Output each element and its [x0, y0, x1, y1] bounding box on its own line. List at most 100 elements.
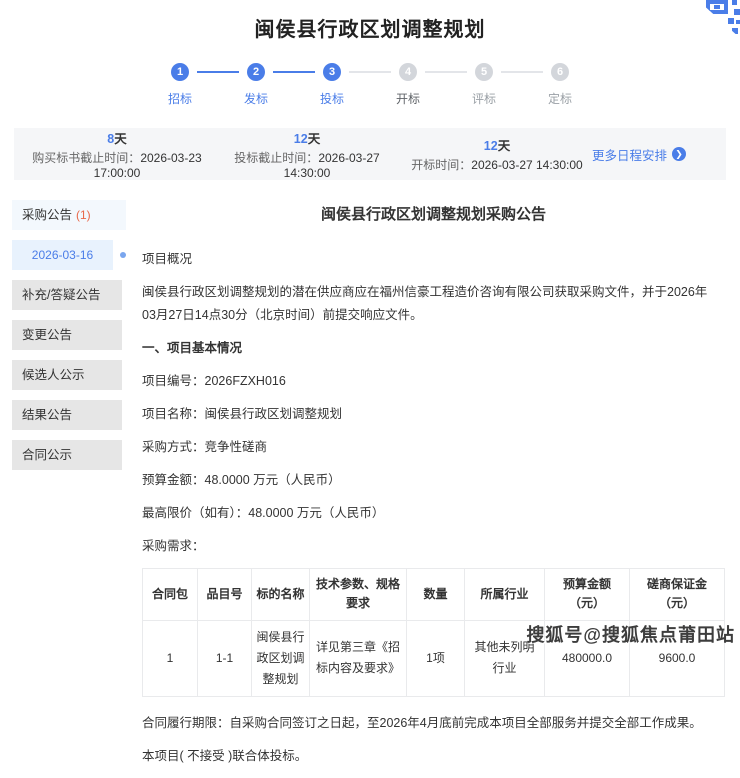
table-header-row: 合同包 品目号 标的名称 技术参数、规格要求 数量 所属行业 预算金额（元） 磋…: [143, 569, 725, 620]
demand-label: 采购需求：: [142, 535, 725, 554]
days-unit: 天: [498, 139, 511, 153]
days-value: 12: [294, 132, 308, 146]
field-row-project-number: 项目编号：2026FZXH016: [142, 370, 725, 389]
step-label: 招标: [168, 90, 192, 107]
page-title: 闽侯县行政区划调整规划: [0, 0, 740, 42]
step-pingbiao: 5 评标: [467, 63, 501, 107]
field-value: 2026FZXH016: [205, 374, 286, 388]
sidebar-item-candidate-publicity[interactable]: 候选人公示: [12, 360, 122, 390]
sidebar-item-contract-publicity[interactable]: 合同公示: [12, 440, 122, 470]
field-row-max-price: 最高限价（如有）：48.0000 万元（人民币）: [142, 502, 725, 521]
stepper-connector: [349, 71, 391, 73]
step-circle: 2: [247, 63, 265, 81]
table-header-cell: 所属行业: [465, 569, 545, 620]
step-circle: 4: [399, 63, 417, 81]
schedule-days: 12天: [212, 129, 402, 149]
schedule-item-opening-time: 12天 开标时间：2026-03-27 14:30:00: [402, 136, 592, 173]
table-cell-quantity: 1项: [407, 620, 465, 696]
watermark: 搜狐号@搜狐焦点莆田站: [526, 621, 735, 647]
step-label: 开标: [396, 90, 420, 107]
step-circle: 6: [551, 63, 569, 81]
schedule-item-bid-deadline: 12天 投标截止时间：2026-03-27 14:30:00: [212, 129, 402, 180]
field-value: 48.0000 万元（人民币）: [205, 473, 341, 487]
schedule-label: 开标时间：: [411, 158, 471, 172]
field-row-procurement-method: 采购方式：竞争性磋商: [142, 436, 725, 455]
section-heading: 一、项目基本情况: [142, 337, 725, 356]
schedule-label: 购买标书截止时间：: [32, 151, 140, 165]
step-circle: 5: [475, 63, 493, 81]
arrow-right-icon: ❯: [672, 147, 686, 161]
schedule-meta: 投标截止时间：2026-03-27 14:30:00: [212, 149, 402, 180]
joint-bid-text: 本项目( 不接受 )联合体投标。: [142, 745, 725, 764]
table-header-cell: 标的名称: [252, 569, 310, 620]
sidebar-item-label: 补充/答疑公告: [22, 288, 100, 302]
table-header-cell: 合同包: [143, 569, 198, 620]
field-label: 项目名称：: [142, 407, 205, 421]
main-content: 闽侯县行政区划调整规划采购公告 项目概况 闽侯县行政区划调整规划的潜在供应商应在…: [132, 200, 740, 778]
step-label: 定标: [548, 90, 572, 107]
step-fabiao: 2 发标: [239, 63, 273, 107]
announcement-title: 闽侯县行政区划调整规划采购公告: [142, 203, 725, 224]
stepper-connector: [273, 71, 315, 73]
sidebar-item-label: 结果公告: [22, 408, 72, 422]
stepper-connector: [197, 71, 239, 73]
step-toubiao: 3 投标: [315, 63, 349, 107]
sidebar-item-label: 采购公告: [22, 208, 72, 222]
table-header-cell: 技术参数、规格要求: [310, 569, 407, 620]
date-label: 2026-03-16: [32, 248, 93, 262]
table-cell-item-number: 1-1: [198, 620, 252, 696]
field-value: 闽侯县行政区划调整规划: [205, 407, 343, 421]
step-label: 投标: [320, 90, 344, 107]
sidebar-item-badge: (1): [76, 208, 91, 222]
schedule-time: 2026-03-27 14:30:00: [471, 158, 582, 172]
sidebar-item-label: 合同公示: [22, 448, 72, 462]
field-row-budget: 预算金额：48.0000 万元（人民币）: [142, 469, 725, 488]
content: 采购公告 (1) 2026-03-16 补充/答疑公告 变更公告 候选人公示 结果…: [0, 200, 740, 778]
table-header-cell: 数量: [407, 569, 465, 620]
field-label: 项目编号：: [142, 374, 205, 388]
step-label: 发标: [244, 90, 268, 107]
overview-heading: 项目概况: [142, 248, 725, 267]
sidebar: 采购公告 (1) 2026-03-16 补充/答疑公告 变更公告 候选人公示 结果…: [0, 200, 132, 480]
step-zhaobiao: 1 招标: [163, 63, 197, 107]
sidebar-item-change-announcement[interactable]: 变更公告: [12, 320, 122, 350]
field-value: 48.0000 万元（人民币）: [248, 506, 384, 520]
step-number: 5: [481, 66, 487, 78]
sidebar-item-result-announcement[interactable]: 结果公告: [12, 400, 122, 430]
sidebar-item-supplement-announcement[interactable]: 补充/答疑公告: [12, 280, 122, 310]
table-header-cell: 品目号: [198, 569, 252, 620]
table-cell-subject-name: 闽侯县行政区划调整规划: [252, 620, 310, 696]
sidebar-item-date[interactable]: 2026-03-16: [12, 240, 113, 270]
step-number: 4: [405, 66, 411, 78]
schedule-item-purchase-deadline: 8天 购买标书截止时间：2026-03-23 17:00:00: [22, 129, 212, 180]
step-number: 3: [329, 66, 335, 78]
contract-period-text: 合同履行期限：自采购合同签订之日起，至2026年4月底前完成本项目全部服务并提交…: [142, 712, 725, 731]
stepper: 1 招标 2 发标 3 投标 4 开标 5 评标 6 定标: [0, 63, 740, 107]
field-label: 预算金额：: [142, 473, 205, 487]
step-circle: 3: [323, 63, 341, 81]
stepper-connector: [425, 71, 467, 73]
days-value: 12: [484, 139, 498, 153]
schedule-days: 8天: [22, 129, 212, 149]
step-number: 2: [253, 66, 259, 78]
step-circle: 1: [171, 63, 189, 81]
days-unit: 天: [308, 132, 321, 146]
schedule-label: 投标截止时间：: [234, 151, 318, 165]
field-label: 采购方式：: [142, 440, 205, 454]
schedule-days: 12天: [402, 136, 592, 156]
step-number: 1: [177, 66, 183, 78]
more-schedule-label: 更多日程安排: [592, 145, 667, 164]
sidebar-item-label: 变更公告: [22, 328, 72, 342]
step-dingbiao: 6 定标: [543, 63, 577, 107]
more-schedule-link[interactable]: 更多日程安排 ❯: [592, 145, 718, 164]
field-row-project-name: 项目名称：闽侯县行政区划调整规划: [142, 403, 725, 422]
schedule-meta: 开标时间：2026-03-27 14:30:00: [402, 156, 592, 173]
sidebar-item-label: 候选人公示: [22, 368, 85, 382]
stepper-connector: [501, 71, 543, 73]
schedule-bar: 8天 购买标书截止时间：2026-03-23 17:00:00 12天 投标截止…: [14, 128, 726, 180]
date-indicator-dot: [120, 252, 126, 258]
table-cell-tech-specs: 详见第三章《招标内容及要求》: [310, 620, 407, 696]
days-unit: 天: [114, 132, 127, 146]
table-cell-contract-package: 1: [143, 620, 198, 696]
sidebar-item-purchase-announcement[interactable]: 采购公告 (1): [12, 200, 126, 230]
